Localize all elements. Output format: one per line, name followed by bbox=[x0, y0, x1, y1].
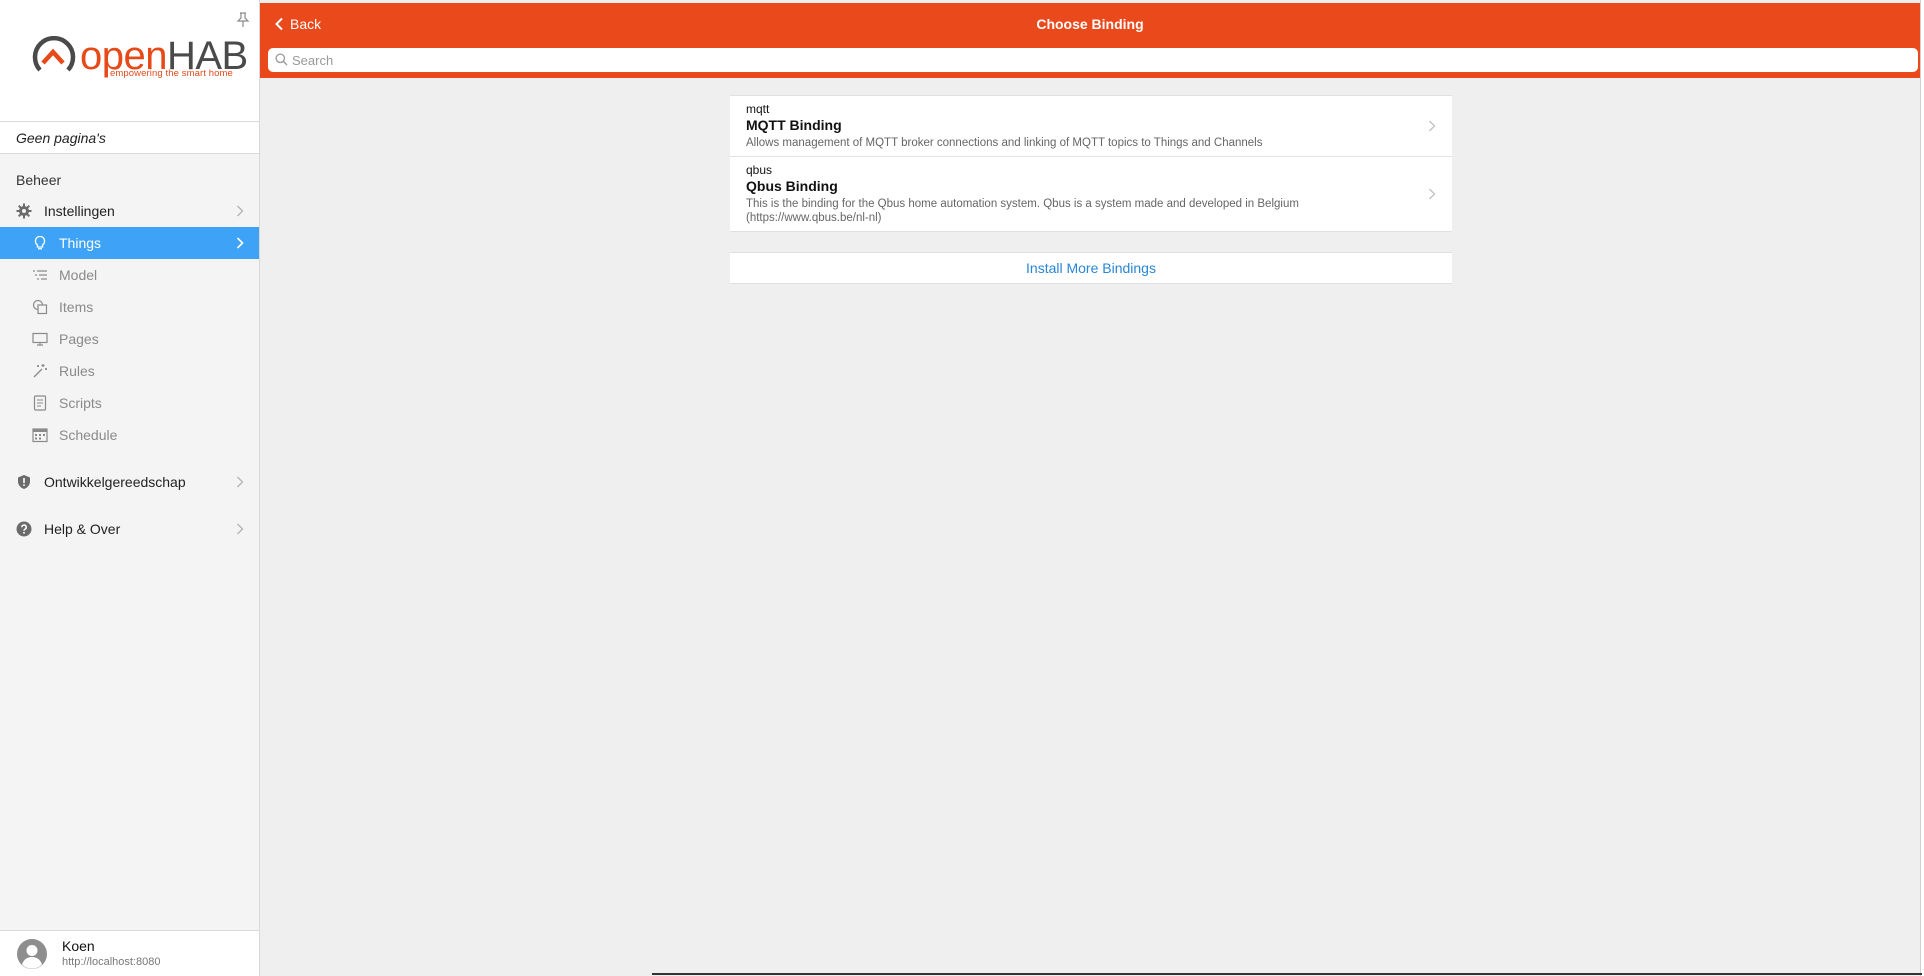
binding-item-mqtt[interactable]: mqtt MQTT Binding Allows management of M… bbox=[730, 96, 1452, 156]
bottom-border bbox=[652, 973, 1922, 975]
binding-id: mqtt bbox=[746, 102, 770, 116]
sidebar-item-schedule[interactable]: Schedule bbox=[0, 419, 259, 451]
chevron-right-icon bbox=[237, 476, 244, 488]
sidebar-item-instellingen[interactable]: Instellingen bbox=[0, 195, 259, 227]
avatar bbox=[17, 939, 47, 969]
monitor-icon bbox=[32, 332, 48, 346]
sidebar: openHAB empowering the smart home Geen p… bbox=[0, 0, 260, 976]
page-title: Choose Binding bbox=[1036, 16, 1144, 32]
sidebar-item-label: Ontwikkelgereedschap bbox=[44, 474, 186, 490]
binding-id: qbus bbox=[746, 163, 773, 177]
openhab-logo-icon bbox=[32, 36, 76, 72]
calendar-icon bbox=[32, 428, 48, 443]
server-url: http://localhost:8080 bbox=[62, 956, 161, 968]
sidebar-item-label: Rules bbox=[59, 363, 95, 379]
sidebar-item-ontwikkelgereedschap[interactable]: Ontwikkelgereedschap bbox=[0, 466, 259, 498]
sidebar-item-model[interactable]: Model bbox=[0, 259, 259, 291]
chevron-right-icon bbox=[1429, 188, 1436, 200]
no-pages-label: Geen pagina's bbox=[0, 122, 259, 154]
binding-description: Allows management of MQTT broker connect… bbox=[746, 137, 1263, 149]
sidebar-item-items[interactable]: Items bbox=[0, 291, 259, 323]
question-icon bbox=[16, 521, 32, 537]
gear-icon bbox=[16, 203, 32, 219]
sidebar-item-rules[interactable]: Rules bbox=[0, 355, 259, 387]
lightbulb-icon bbox=[34, 235, 46, 250]
app-window: openHAB empowering the smart home Geen p… bbox=[0, 0, 1924, 976]
list-icon bbox=[33, 270, 47, 280]
shield-icon bbox=[18, 475, 30, 489]
magic-wand-icon bbox=[33, 364, 47, 378]
sidebar-item-label: Schedule bbox=[59, 427, 118, 443]
search-input[interactable] bbox=[292, 48, 1902, 72]
openhab-logo[interactable]: openHAB empowering the smart home bbox=[30, 34, 248, 86]
sidebar-item-things[interactable]: Things bbox=[0, 227, 259, 259]
binding-item-qbus[interactable]: qbus Qbus Binding This is the binding fo… bbox=[730, 156, 1452, 231]
sidebar-item-pages[interactable]: Pages bbox=[0, 323, 259, 355]
main-content: Back Choose Binding mqtt MQTT Binding Al… bbox=[260, 0, 1924, 976]
search-icon bbox=[275, 53, 288, 66]
sidebar-item-label: Model bbox=[59, 267, 98, 283]
items-icon bbox=[32, 299, 48, 315]
chevron-right-icon bbox=[1429, 120, 1436, 132]
top-navbar: Back Choose Binding bbox=[260, 3, 1920, 78]
sidebar-item-label: Items bbox=[59, 299, 94, 315]
logo-tagline: empowering the smart home bbox=[110, 68, 233, 79]
pin-icon[interactable] bbox=[236, 12, 250, 28]
sidebar-item-label: Pages bbox=[59, 331, 99, 347]
binding-title: Qbus Binding bbox=[746, 178, 838, 194]
sidebar-item-label: Instellingen bbox=[44, 203, 115, 219]
chevron-right-icon bbox=[237, 523, 244, 535]
window-edge bbox=[1920, 0, 1924, 976]
logo-area: openHAB empowering the smart home bbox=[0, 0, 259, 122]
sidebar-item-scripts[interactable]: Scripts bbox=[0, 387, 259, 419]
user-profile[interactable]: Koen http://localhost:8080 bbox=[0, 930, 259, 976]
user-name: Koen bbox=[62, 938, 95, 954]
install-more-bindings-button[interactable]: Install More Bindings bbox=[730, 252, 1452, 284]
section-label-beheer: Beheer bbox=[16, 172, 62, 188]
binding-list: mqtt MQTT Binding Allows management of M… bbox=[730, 95, 1452, 232]
document-icon bbox=[33, 395, 47, 411]
sidebar-item-label: Help & Over bbox=[44, 521, 121, 537]
sidebar-item-label: Scripts bbox=[59, 395, 102, 411]
search-bar[interactable] bbox=[268, 48, 1918, 72]
sidebar-item-label: Things bbox=[59, 235, 102, 251]
chevron-right-icon bbox=[237, 205, 244, 217]
binding-description: This is the binding for the Qbus home au… bbox=[746, 198, 1299, 224]
chevron-right-icon bbox=[236, 237, 244, 249]
sidebar-item-help[interactable]: Help & Over bbox=[0, 513, 259, 545]
binding-title: MQTT Binding bbox=[746, 117, 842, 133]
